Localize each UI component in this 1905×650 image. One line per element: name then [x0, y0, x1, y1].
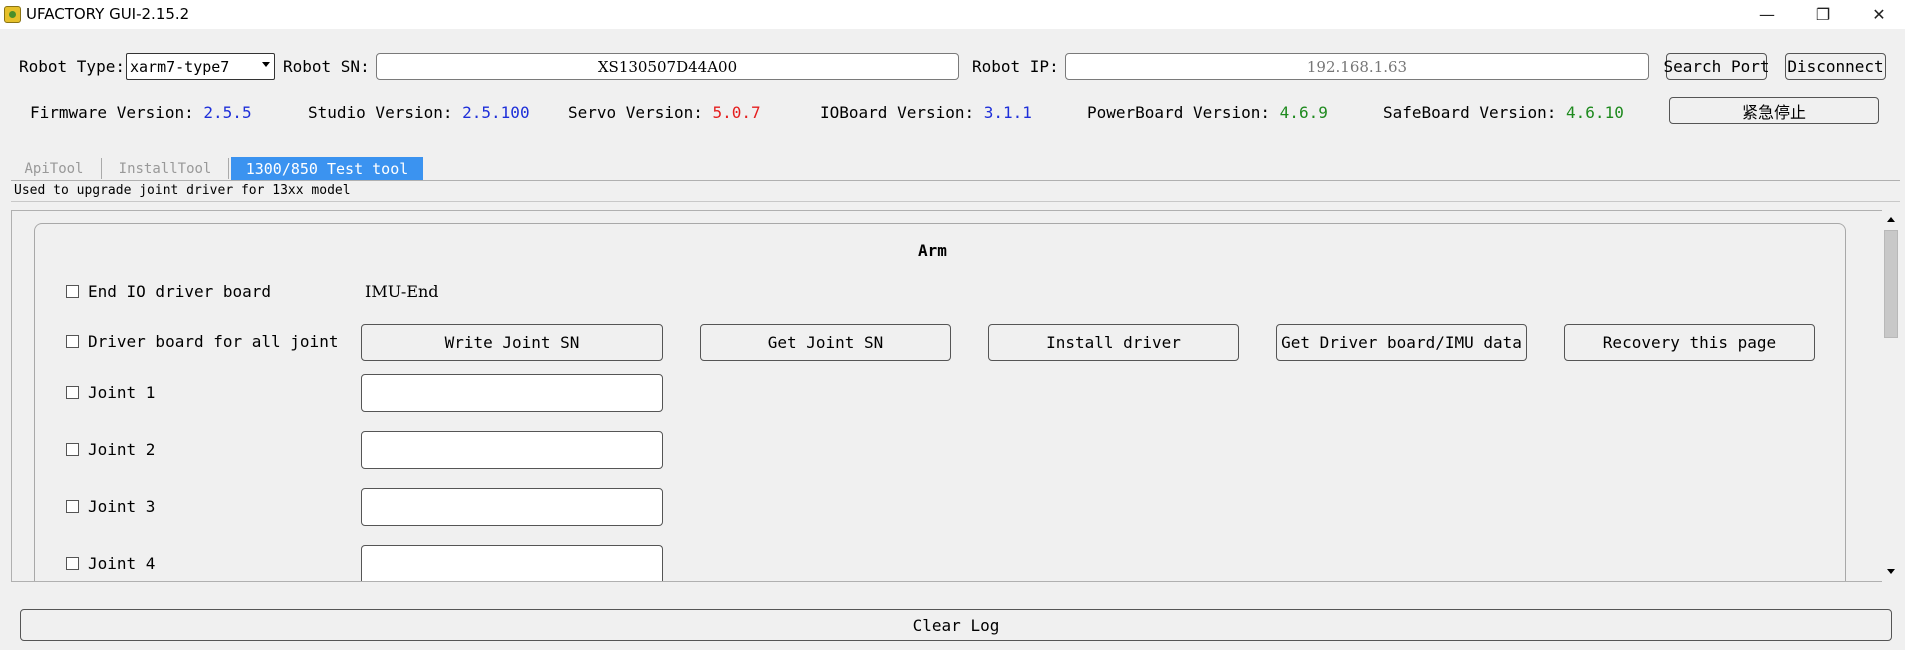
scroll-thumb[interactable]: [1884, 230, 1898, 338]
tab-description: Used to upgrade joint driver for 13xx mo…: [14, 183, 351, 198]
robot-type-select[interactable]: xarm7-type7: [126, 53, 275, 80]
title-bar: [0, 0, 1905, 29]
end-io-label: End IO driver board: [88, 282, 272, 301]
all-joint-checkbox[interactable]: [66, 335, 79, 348]
close-icon[interactable]: ✕: [1856, 0, 1902, 29]
robot-sn-field[interactable]: XS130507D44A00: [376, 53, 959, 80]
joint-1-checkbox[interactable]: [66, 386, 79, 399]
arm-panel-title: Arm: [918, 241, 947, 260]
servo-version-label: Servo Version:: [568, 103, 703, 122]
robot-type-label: Robot Type:: [19, 57, 125, 76]
firmware-version: Firmware Version: 2.5.5: [30, 103, 252, 122]
safeboard-version-value: 4.6.10: [1566, 103, 1624, 122]
tab-divider: [101, 158, 102, 179]
safeboard-version-label: SafeBoard Version:: [1383, 103, 1557, 122]
robot-sn-label: Robot SN:: [283, 57, 370, 76]
end-io-checkbox[interactable]: [66, 285, 79, 298]
joint-4-checkbox[interactable]: [66, 557, 79, 570]
joint-1-input[interactable]: [361, 374, 663, 412]
search-port-button[interactable]: Search Port: [1664, 53, 1769, 80]
joint-1-label: Joint 1: [88, 383, 156, 402]
firmware-version-label: Firmware Version:: [30, 103, 194, 122]
tab-installtool[interactable]: InstallTool: [107, 157, 223, 180]
joint-4-label: Joint 4: [88, 554, 156, 573]
get-driver-imu-data-button[interactable]: Get Driver board/IMU data: [1276, 324, 1527, 361]
imu-end-label: IMU-End: [365, 282, 439, 301]
joint-3-input[interactable]: [361, 488, 663, 526]
tab-divider: [228, 158, 229, 179]
all-joint-label: Driver board for all joint: [88, 332, 339, 351]
joint-4-input[interactable]: [361, 545, 663, 581]
ioboard-version-label: IOBoard Version:: [820, 103, 975, 122]
emergency-stop-button[interactable]: 紧急停止: [1669, 97, 1879, 124]
scroll-up-icon[interactable]: [1885, 212, 1897, 226]
joint-2-input[interactable]: [361, 431, 663, 469]
scroll-down-icon[interactable]: [1885, 564, 1897, 578]
robot-ip-field[interactable]: 192.168.1.63: [1065, 53, 1649, 80]
firmware-version-value: 2.5.5: [203, 103, 252, 122]
clear-log-button[interactable]: Clear Log: [20, 609, 1892, 641]
write-joint-sn-button[interactable]: Write Joint SN: [361, 324, 663, 361]
recovery-page-button[interactable]: Recovery this page: [1564, 324, 1815, 361]
divider: [11, 201, 1900, 202]
window-title: UFACTORY GUI-2.15.2: [26, 5, 190, 23]
joint-3-label: Joint 3: [88, 497, 156, 516]
servo-version: Servo Version: 5.0.7: [568, 103, 761, 122]
studio-version: Studio Version: 2.5.100: [308, 103, 530, 122]
powerboard-version-label: PowerBoard Version:: [1087, 103, 1271, 122]
tab-apitool[interactable]: ApiTool: [14, 157, 94, 180]
minimize-icon[interactable]: —: [1744, 0, 1790, 29]
safeboard-version: SafeBoard Version: 4.6.10: [1383, 103, 1624, 122]
joint-2-label: Joint 2: [88, 440, 156, 459]
disconnect-button[interactable]: Disconnect: [1785, 53, 1886, 80]
get-joint-sn-button[interactable]: Get Joint SN: [700, 324, 951, 361]
joint-3-checkbox[interactable]: [66, 500, 79, 513]
install-driver-button[interactable]: Install driver: [988, 324, 1239, 361]
maximize-icon[interactable]: ❐: [1800, 0, 1846, 29]
tab-test-tool[interactable]: 1300/850 Test tool: [231, 157, 423, 180]
robot-ip-label: Robot IP:: [972, 57, 1059, 76]
ioboard-version: IOBoard Version: 3.1.1: [820, 103, 1032, 122]
studio-version-value: 2.5.100: [462, 103, 530, 122]
arm-group-box: [34, 223, 1846, 581]
chevron-down-icon: [262, 62, 270, 67]
ioboard-version-value: 3.1.1: [983, 103, 1032, 122]
tab-underline: [11, 180, 1900, 181]
servo-version-value: 5.0.7: [712, 103, 761, 122]
joint-2-checkbox[interactable]: [66, 443, 79, 456]
powerboard-version: PowerBoard Version: 4.6.9: [1087, 103, 1328, 122]
app-logo-icon: [4, 6, 21, 23]
powerboard-version-value: 4.6.9: [1279, 103, 1328, 122]
studio-version-label: Studio Version:: [308, 103, 453, 122]
robot-type-value: xarm7-type7: [130, 57, 230, 76]
